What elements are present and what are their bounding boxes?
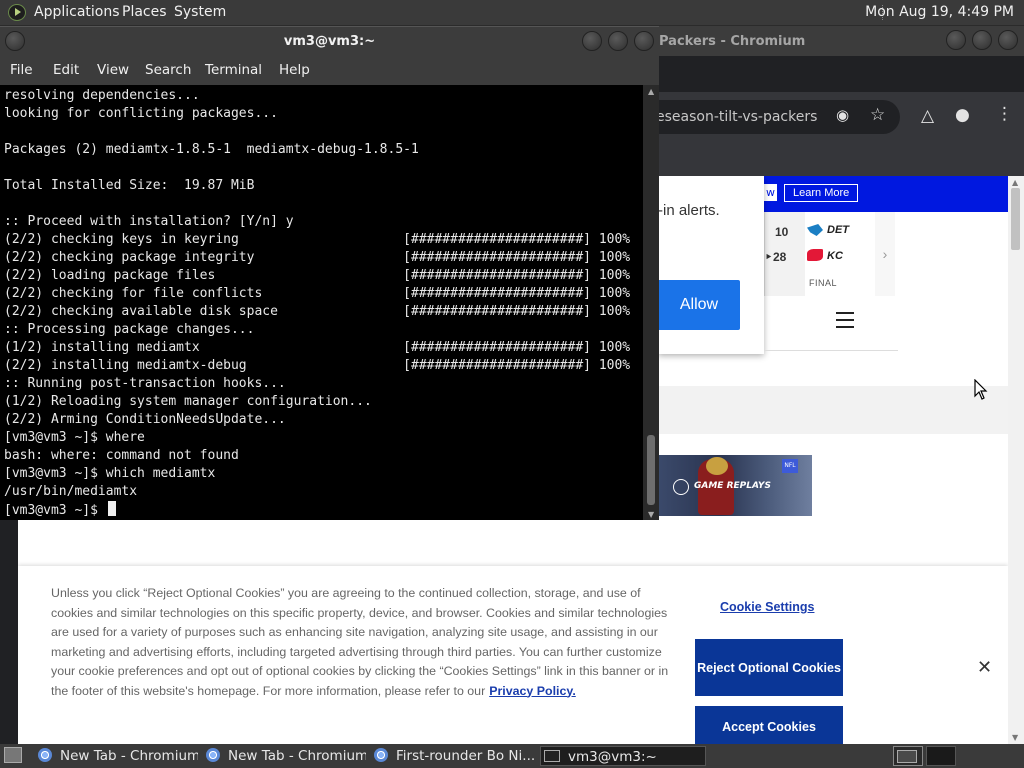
scroll-down-arrow-icon[interactable]: ▼ — [648, 510, 654, 519]
menu-system[interactable]: System — [174, 4, 226, 20]
mouse-pointer-icon — [974, 379, 988, 400]
menu-file[interactable]: File — [10, 62, 33, 78]
terminal-output: resolving dependencies... looking for co… — [4, 88, 631, 499]
menu-help[interactable]: Help — [279, 62, 310, 78]
more-menu-icon[interactable]: ⋮ — [996, 104, 1013, 124]
cookie-consent-text: Unless you click “Reject Optional Cookie… — [51, 584, 673, 701]
taskbar-item-terminal[interactable]: vm3@vm3:~ — [540, 746, 706, 766]
notification-prompt-text: -in alerts. — [658, 202, 720, 219]
site-nav-row — [764, 296, 898, 351]
nfl-plus-badge-icon: NFL — [782, 459, 798, 473]
profile-avatar-icon[interactable]: ● — [955, 105, 970, 125]
scrollbar-thumb[interactable] — [1011, 188, 1020, 250]
chiefs-logo-icon — [807, 249, 823, 261]
workspace-switcher-2[interactable] — [926, 746, 956, 766]
close-icon[interactable] — [634, 31, 654, 51]
taskbar-item-label: First-rounder Bo Ni... — [396, 748, 534, 764]
taskbar-item-first-rounder[interactable]: First-rounder Bo Ni... — [374, 746, 534, 766]
menu-edit[interactable]: Edit — [53, 62, 79, 78]
play-icon — [673, 479, 689, 495]
site-promo-banner: w Learn More — [764, 176, 1008, 212]
chromium-icon — [206, 748, 220, 762]
learn-more-button[interactable]: Learn More — [784, 184, 859, 202]
terminal-menubar: File Edit View Search Terminal Help — [0, 56, 659, 85]
score-column-previous[interactable]: 10 ‣ 28 — [765, 212, 805, 296]
cookie-banner-close-icon[interactable]: ✕ — [977, 657, 992, 678]
terminal-icon — [544, 750, 560, 762]
cookie-consent-body: Unless you click “Reject Optional Cookie… — [51, 586, 669, 698]
scores-next-chevron-icon[interactable]: › — [875, 212, 895, 296]
page-scrollbar[interactable]: ▲ ▼ — [1008, 176, 1024, 744]
game-replays-thumbnail[interactable]: GAME REPLAYS NFL — [658, 455, 812, 516]
score-value: 28 — [773, 250, 787, 264]
taskbar-item-label: New Tab - Chromium — [228, 748, 366, 764]
video-label: GAME REPLAYS — [694, 481, 771, 491]
accept-cookies-button[interactable]: Accept Cookies — [695, 706, 843, 744]
show-desktop-icon[interactable] — [4, 747, 22, 763]
menu-applications[interactable]: Applications — [34, 4, 120, 20]
workspace-switcher-1[interactable] — [893, 746, 923, 766]
taskbar-item-label: New Tab - Chromium — [60, 748, 198, 764]
chromium-icon — [374, 748, 388, 762]
chromium-icon — [38, 748, 52, 762]
hamburger-menu-icon[interactable] — [836, 312, 854, 333]
scroll-up-arrow-icon[interactable]: ▲ — [1012, 178, 1018, 187]
taskbar-item-new-tab-1[interactable]: New Tab - Chromium — [38, 746, 198, 766]
taskbar-item-label: vm3@vm3:~ — [568, 749, 657, 765]
terminal-window-title: vm3@vm3:~ — [283, 34, 376, 49]
team-name: DET — [827, 224, 849, 236]
terminal-prompt: [vm3@vm3 ~]$ — [4, 503, 106, 518]
terminal-window: vm3@vm3:~ File Edit View Search Terminal… — [0, 26, 659, 520]
bottom-taskbar: New Tab - Chromium New Tab - Chromium Fi… — [0, 744, 1024, 768]
content-section-band — [658, 386, 1008, 434]
minimize-icon[interactable] — [582, 31, 602, 51]
player-helmet-image — [706, 457, 728, 475]
menu-terminal[interactable]: Terminal — [205, 62, 262, 78]
terminal-scrollbar-thumb[interactable] — [647, 435, 655, 505]
notification-prompt: -in alerts. Allow — [658, 176, 764, 354]
address-bar-text: eseason-tilt-vs-packers — [656, 109, 818, 125]
game-status: FINAL — [809, 278, 838, 288]
close-icon[interactable] — [998, 30, 1018, 50]
applications-logo-icon[interactable] — [8, 4, 26, 21]
scroll-up-arrow-icon[interactable]: ▲ — [648, 87, 654, 96]
clock[interactable]: Mon Aug 19, 4:49 PM — [865, 4, 1014, 20]
menu-view[interactable]: View — [97, 62, 129, 78]
bookmark-star-icon[interactable]: ☆ — [870, 105, 885, 125]
taskbar-item-new-tab-2[interactable]: New Tab - Chromium — [206, 746, 366, 766]
banner-partial-button[interactable]: w — [764, 184, 777, 201]
maximize-icon[interactable] — [608, 31, 628, 51]
scroll-down-arrow-icon[interactable]: ▼ — [1012, 733, 1018, 742]
tracking-protection-eye-off-icon[interactable]: ◉ — [836, 106, 849, 124]
maximize-icon[interactable] — [972, 30, 992, 50]
team-name: KC — [827, 250, 843, 262]
scores-strip: 10 ‣ 28 DET KC FINAL › — [764, 212, 897, 296]
privacy-policy-link[interactable]: Privacy Policy. — [489, 684, 576, 698]
lions-logo-icon — [807, 224, 823, 236]
score-value: 10 — [775, 225, 789, 239]
terminal-titlebar[interactable]: vm3@vm3:~ — [0, 26, 659, 56]
menu-search[interactable]: Search — [145, 62, 191, 78]
chromium-window-title: Packers - Chromium — [659, 34, 806, 49]
cookie-consent-banner: Unless you click “Reject Optional Cookie… — [18, 566, 1008, 744]
top-panel: Applications Places System Mon Aug 19, 4… — [0, 0, 1024, 25]
menu-places[interactable]: Places — [122, 4, 167, 20]
workspace-window-preview — [897, 750, 917, 763]
reject-optional-cookies-button[interactable]: Reject Optional Cookies — [695, 639, 843, 696]
terminal-scrollbar[interactable]: ▲ ▼ — [643, 85, 659, 520]
cookie-settings-link[interactable]: Cookie Settings — [720, 600, 814, 614]
score-value: ‣ — [765, 250, 773, 264]
terminal-cursor — [107, 501, 116, 516]
allow-notifications-button[interactable]: Allow — [658, 280, 740, 330]
minimize-icon[interactable] — [946, 30, 966, 50]
terminal-output-area[interactable]: resolving dependencies... looking for co… — [0, 85, 643, 520]
labs-flask-icon[interactable]: △ — [921, 106, 934, 126]
